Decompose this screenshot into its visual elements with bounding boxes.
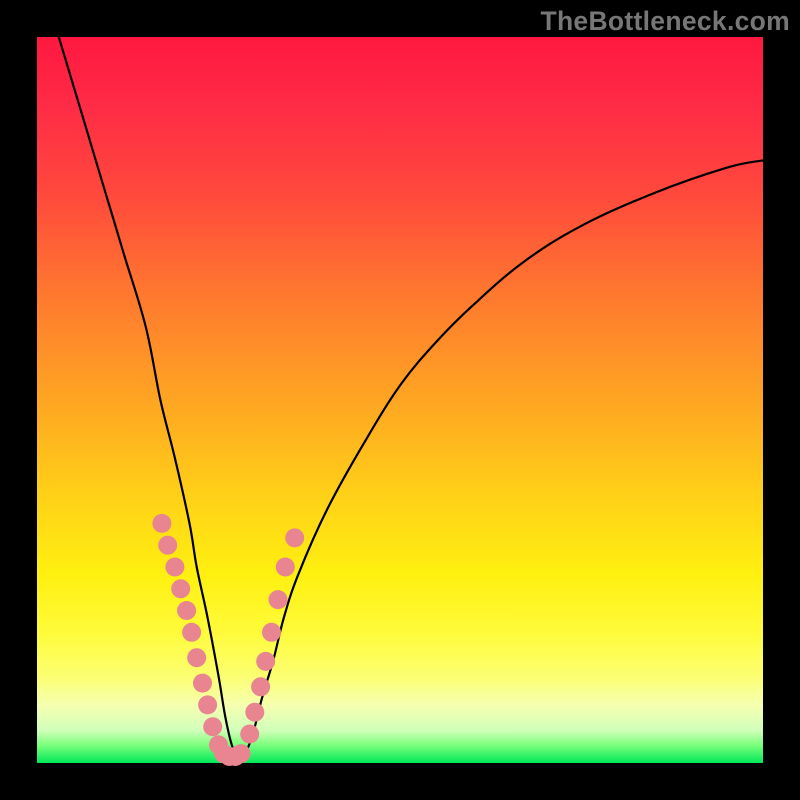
data-point <box>262 623 281 642</box>
data-point <box>171 579 190 598</box>
data-point <box>256 652 275 671</box>
data-point <box>165 558 184 577</box>
data-point <box>182 623 201 642</box>
data-point <box>152 514 171 533</box>
data-point <box>203 717 222 736</box>
data-point <box>245 703 264 722</box>
data-point <box>177 601 196 620</box>
plot-area <box>37 37 763 763</box>
data-point <box>198 695 217 714</box>
watermark-text: TheBottleneck.com <box>540 6 790 37</box>
data-point <box>187 648 206 667</box>
data-point <box>269 590 288 609</box>
chart-svg <box>37 37 763 763</box>
data-point <box>240 725 259 744</box>
data-point <box>193 674 212 693</box>
data-point <box>276 558 295 577</box>
data-point <box>285 528 304 547</box>
chart-frame: TheBottleneck.com <box>0 0 800 800</box>
data-point <box>251 677 270 696</box>
bottleneck-curve <box>59 37 763 756</box>
data-point <box>158 536 177 555</box>
data-point <box>232 744 251 763</box>
